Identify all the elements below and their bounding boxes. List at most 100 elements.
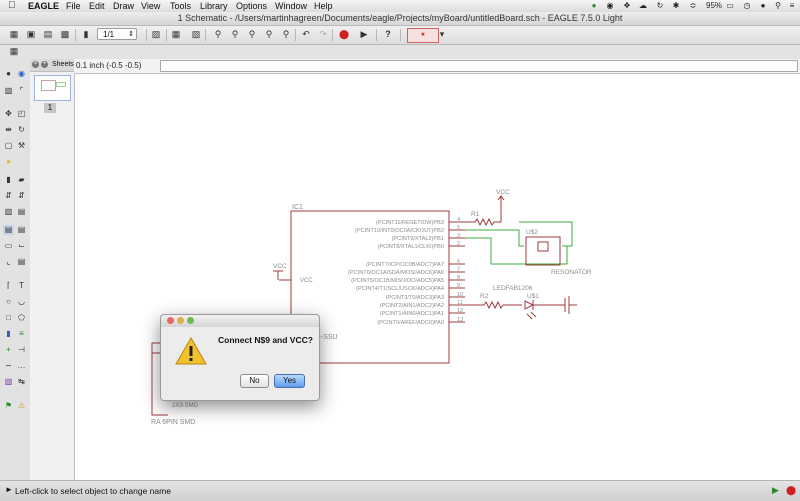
errors-icon[interactable]: ⚠ [16,401,27,411]
options-icon[interactable]: • [41,61,48,68]
gateswap-icon[interactable]: ⇵ [16,191,27,201]
spotlight-icon[interactable]: ⚲ [772,1,784,11]
name-tool-icon[interactable]: ▤ [3,225,14,235]
sync-icon[interactable]: ↻ [654,1,666,11]
menu-help[interactable]: Help [314,0,333,12]
print-icon[interactable]: ▤ [42,28,54,41]
frame-icon[interactable]: ▧ [3,377,14,387]
menu-file[interactable]: File [66,0,81,12]
design-link-icon[interactable]: ★ [407,28,439,43]
bluetooth-icon[interactable]: ✱ [670,1,682,11]
attribute-icon[interactable]: ∼ [3,361,14,371]
delete-icon[interactable]: ▮ [3,175,14,185]
smash-icon[interactable]: ▭ [3,241,14,251]
battery-icon[interactable]: ▭ [723,1,737,11]
running-icon[interactable]: ▶ [772,485,779,496]
close-icon[interactable]: × [32,61,39,68]
menu-window[interactable]: Window [275,0,307,12]
copy-icon[interactable]: ◰ [16,109,27,119]
polygon-icon[interactable]: ⬠ [16,313,27,323]
group-icon[interactable]: ▢ [3,141,14,151]
pinswap-icon[interactable]: ⇵ [3,191,14,201]
redo-icon[interactable]: ↷ [317,28,329,41]
move-icon[interactable]: ✥ [3,109,14,119]
erc-icon[interactable]: ⚑ [3,401,14,411]
wire-icon[interactable]: ⌈ [3,281,14,291]
no-button[interactable]: No [240,374,269,388]
display-icon[interactable]: ▨ [3,86,14,96]
stepper-icon[interactable]: ⇕ [128,29,134,41]
split-icon[interactable]: ⌞ [3,257,14,267]
menu-tools[interactable]: Tools [170,0,191,12]
show-icon[interactable]: ◉ [16,69,27,79]
cloud-icon[interactable]: ☁ [637,1,649,11]
mirror-icon[interactable]: ⇼ [3,125,14,135]
save-icon[interactable]: ▣ [25,28,37,41]
chevron-down-icon[interactable]: ▾ [438,28,446,41]
go-icon[interactable]: ▶ [358,28,370,41]
r2-resistor[interactable] [483,300,522,310]
arc-icon[interactable]: ◡ [16,297,27,307]
zoom-in-icon[interactable]: ⚲ [229,28,241,41]
clock-icon[interactable]: ◷ [741,1,753,11]
page-select[interactable]: 1/1 ⇕ [97,28,137,40]
value-icon[interactable]: ▤ [16,225,27,235]
rotate-icon[interactable]: ↻ [16,125,27,135]
cam-icon[interactable]: ▩ [59,28,71,41]
user-icon[interactable]: ● [757,1,769,11]
schematic-canvas[interactable]: IC1 4-SSU (PCINT11/RESET/DW)PB3 4 (PCINT10… [75,74,800,480]
circle-icon[interactable]: ○ [3,297,14,307]
zoom-select-icon[interactable]: ⚲ [280,28,292,41]
yes-button[interactable]: Yes [274,374,305,388]
change-icon[interactable]: ⚒ [16,141,27,151]
add-icon[interactable]: ▰ [16,175,27,185]
label-icon[interactable]: ⊣ [16,345,27,355]
menu-edit[interactable]: Edit [89,0,105,12]
minimize-window-icon[interactable] [177,317,184,324]
r1-resistor[interactable] [465,217,501,227]
bus-icon[interactable]: ▮ [3,329,14,339]
stop-icon[interactable]: ⬤ [338,28,350,41]
wire-pb1[interactable] [465,237,568,265]
miter-icon[interactable]: ⌙ [16,241,27,251]
open-icon[interactable]: ▦ [8,28,20,41]
script-icon[interactable]: ▦ [170,28,182,41]
text-icon[interactable]: T [16,281,27,291]
ulp-icon[interactable]: ▧ [190,28,202,41]
rect-icon[interactable]: □ [3,313,14,323]
sheet-thumbnail[interactable] [34,75,71,101]
name-icon[interactable]: ▤ [16,207,27,217]
zoom-window-icon[interactable] [187,317,194,324]
grid-icon[interactable]: ▦ [8,45,20,58]
page-icon[interactable]: ▮ [80,28,92,41]
dropbox-icon[interactable]: ❖ [621,1,633,11]
net-icon[interactable]: ≡ [16,329,27,339]
close-window-icon[interactable] [167,317,174,324]
app-menu[interactable]: EAGLE [28,0,59,12]
wifi-icon[interactable]: ≎ [687,1,699,11]
stop-status-icon[interactable]: ⬤ [786,485,796,496]
led-diode[interactable] [524,300,535,310]
paste-icon[interactable]: ● [3,157,14,167]
help-icon[interactable]: ? [382,28,394,41]
command-line-input[interactable] [160,60,798,72]
invoke-icon[interactable]: ▤ [16,257,27,267]
app-status-icon[interactable]: ● [588,1,600,11]
zoom-out-icon[interactable]: ⚲ [246,28,258,41]
zoom-redraw-icon[interactable]: ⚲ [263,28,275,41]
junction-icon[interactable]: + [3,345,14,355]
menu-draw[interactable]: Draw [113,0,134,12]
menu-view[interactable]: View [141,0,160,12]
undo-icon[interactable]: ↶ [300,28,312,41]
apple-icon[interactable]:  [8,0,16,12]
notifications-icon[interactable]: ≡ [787,1,797,11]
menu-library[interactable]: Library [200,0,228,12]
replace-icon[interactable]: ▧ [3,207,14,217]
mark-icon[interactable]: ⌜ [16,86,27,96]
eye-icon[interactable]: ◉ [604,1,616,11]
library-icon[interactable]: ▨ [150,28,162,41]
dimension-icon[interactable]: … [16,361,27,371]
menu-options[interactable]: Options [236,0,267,12]
info-icon[interactable]: ● [3,69,14,79]
zoom-fit-icon[interactable]: ⚲ [212,28,224,41]
